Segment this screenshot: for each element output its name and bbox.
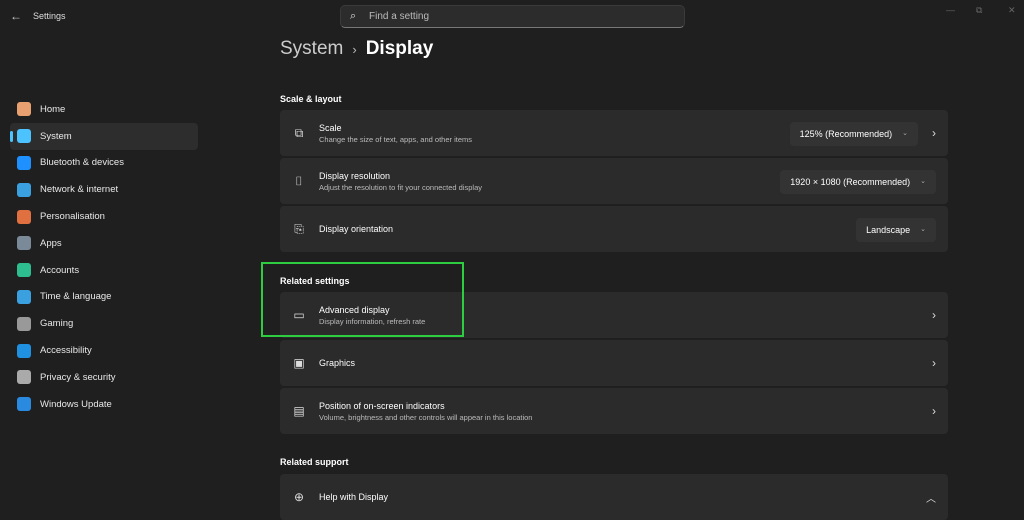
orientation-dropdown[interactable]: Landscape ⌄ bbox=[856, 218, 936, 242]
breadcrumb-system[interactable]: System bbox=[280, 38, 343, 59]
orientation-value: Landscape bbox=[866, 225, 911, 235]
resolution-dropdown[interactable]: 1920 × 1080 (Recommended) ⌄ bbox=[780, 170, 936, 194]
resolution-title: Display resolution bbox=[319, 170, 391, 181]
orientation-title: Display orientation bbox=[319, 224, 394, 234]
sidebar-item-label: Network & internet bbox=[40, 184, 119, 196]
sidebar-item-personalisation[interactable]: Personalisation bbox=[10, 203, 198, 230]
graphics-card-icon: ▣ bbox=[293, 356, 305, 370]
sidebar-item-label: Gaming bbox=[40, 318, 74, 330]
sidebar-item-accounts[interactable]: Accounts bbox=[10, 257, 198, 284]
search-icon: ⌕ bbox=[350, 10, 357, 22]
orientation-icon: ⎘ bbox=[294, 221, 304, 236]
maximize-button[interactable]: ⧉ bbox=[976, 5, 982, 16]
indicator-icon: ▤ bbox=[293, 404, 305, 418]
sidebar-item-label: Accessibility bbox=[40, 345, 92, 357]
sidebar-icon bbox=[17, 182, 31, 197]
resolution-icon: ⌷ bbox=[295, 173, 303, 188]
chevron-down-icon: ⌄ bbox=[920, 178, 926, 185]
scale-card[interactable]: ⧉ Scale Change the size of text, apps, an… bbox=[280, 110, 948, 156]
search-placeholder: Find a setting bbox=[369, 11, 430, 22]
sidebar-icon bbox=[17, 129, 31, 144]
sidebar-item-label: System bbox=[40, 130, 72, 142]
sidebar-icon bbox=[17, 102, 31, 117]
sidebar-icon bbox=[17, 397, 31, 412]
sidebar-item-bluetooth-devices[interactable]: Bluetooth & devices bbox=[10, 150, 198, 177]
chevron-down-icon: ⌄ bbox=[920, 226, 926, 233]
indicators-card[interactable]: ▤ Position of on-screen indicators Volume… bbox=[280, 388, 948, 434]
chevron-right-icon: › bbox=[932, 404, 936, 418]
chevron-right-icon: › bbox=[352, 42, 357, 57]
sidebar-item-label: Time & language bbox=[40, 291, 112, 303]
sidebar-item-network-internet[interactable]: Network & internet bbox=[10, 176, 198, 203]
sidebar-item-accessibility[interactable]: Accessibility bbox=[10, 337, 198, 364]
orientation-card: ⎘ Display orientation Landscape ⌄ bbox=[280, 206, 948, 252]
sidebar-icon bbox=[17, 263, 31, 278]
sidebar-icon bbox=[17, 343, 31, 358]
sidebar-icon bbox=[17, 209, 31, 224]
chevron-down-icon: ⌄ bbox=[902, 130, 908, 137]
section-related-support: Related support bbox=[280, 457, 349, 467]
resolution-value: 1920 × 1080 (Recommended) bbox=[790, 177, 911, 187]
breadcrumb: System › Display bbox=[280, 38, 433, 60]
chevron-right-icon: › bbox=[932, 308, 936, 322]
scale-subtitle: Change the size of text, apps, and other… bbox=[319, 134, 473, 144]
resolution-card: ⌷ Display resolution Adjust the resolutio… bbox=[280, 158, 948, 204]
graphics-title: Graphics bbox=[319, 358, 356, 368]
resolution-subtitle: Adjust the resolution to fit your connec… bbox=[319, 182, 483, 192]
sidebar-item-gaming[interactable]: Gaming bbox=[10, 310, 198, 337]
sidebar-item-label: Home bbox=[40, 103, 66, 115]
sidebar-item-time-language[interactable]: Time & language bbox=[10, 284, 198, 311]
sidebar-item-home[interactable]: Home bbox=[10, 96, 198, 123]
chevron-up-icon[interactable]: ︿ bbox=[926, 490, 936, 505]
back-button[interactable]: ← bbox=[10, 9, 22, 23]
title-bar: ← Settings ⌕ Find a setting — ⧉ ✕ bbox=[0, 0, 1024, 32]
scale-icon: ⧉ bbox=[294, 125, 304, 140]
sidebar-item-privacy-security[interactable]: Privacy & security bbox=[10, 364, 198, 391]
sidebar-item-label: Accounts bbox=[40, 264, 80, 276]
scale-title: Scale bbox=[319, 122, 342, 133]
search-input[interactable]: ⌕ Find a setting bbox=[340, 5, 685, 28]
help-card[interactable]: ⊕ Help with Display ︿ bbox=[280, 474, 948, 520]
minimize-button[interactable]: — bbox=[946, 5, 955, 15]
sidebar-item-label: Bluetooth & devices bbox=[40, 157, 124, 169]
highlight-box bbox=[261, 262, 464, 337]
section-scale-layout: Scale & layout bbox=[280, 94, 342, 104]
chevron-right-icon[interactable]: › bbox=[932, 126, 936, 140]
sidebar-icon bbox=[17, 370, 31, 385]
sidebar-item-label: Privacy & security bbox=[40, 371, 116, 383]
sidebar-item-label: Apps bbox=[40, 237, 62, 249]
sidebar-icon bbox=[17, 236, 31, 251]
sidebar-icon bbox=[17, 155, 31, 170]
chevron-right-icon: › bbox=[932, 356, 936, 370]
sidebar-item-label: Windows Update bbox=[40, 398, 112, 410]
page-title: Display bbox=[365, 38, 434, 59]
help-title: Help with Display bbox=[319, 492, 389, 502]
app-title: Settings bbox=[33, 11, 66, 21]
sidebar-item-windows-update[interactable]: Windows Update bbox=[10, 391, 198, 418]
sidebar-icon bbox=[17, 289, 31, 304]
scale-value: 125% (Recommended) bbox=[799, 129, 893, 139]
sidebar-icon bbox=[17, 316, 31, 331]
indicators-title: Position of on-screen indicators bbox=[319, 400, 445, 411]
sidebar-item-apps[interactable]: Apps bbox=[10, 230, 198, 257]
globe-icon: ⊕ bbox=[293, 490, 305, 504]
sidebar: Home System Bluetooth & devices Network & i… bbox=[10, 96, 198, 418]
close-button[interactable]: ✕ bbox=[1008, 5, 1016, 16]
sidebar-item-system[interactable]: System bbox=[10, 122, 198, 150]
graphics-card[interactable]: ▣ Graphics › bbox=[280, 340, 948, 386]
scale-dropdown[interactable]: 125% (Recommended) ⌄ bbox=[789, 122, 918, 146]
sidebar-item-label: Personalisation bbox=[40, 211, 105, 223]
indicators-subtitle: Volume, brightness and other controls wi… bbox=[319, 412, 533, 422]
